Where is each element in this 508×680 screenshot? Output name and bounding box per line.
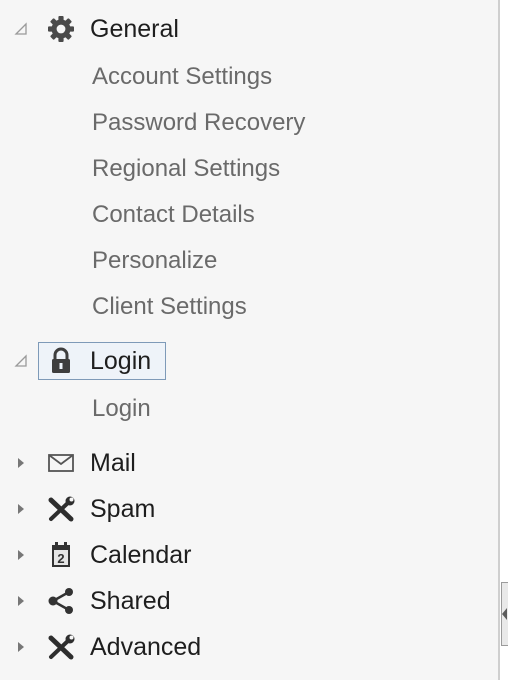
tree-node-advanced[interactable]: Advanced <box>0 627 496 667</box>
tree-node-label: Spam <box>90 495 156 523</box>
envelope-icon <box>46 449 76 477</box>
tree-item-account-settings[interactable]: Account Settings <box>92 57 452 97</box>
tree-node-calendar[interactable]: 2 Calendar <box>0 535 496 575</box>
tree-item-regional-settings[interactable]: Regional Settings <box>92 149 452 189</box>
calendar-icon: 2 <box>46 541 76 569</box>
tree-item-contact-details[interactable]: Contact Details <box>92 195 452 235</box>
collapsed-triangle-icon[interactable] <box>14 594 28 608</box>
collapsed-triangle-icon[interactable] <box>14 548 28 562</box>
collapse-arrow-icon <box>502 608 507 620</box>
lock-icon <box>46 347 76 375</box>
tree-node-shared[interactable]: Shared <box>0 581 496 621</box>
calendar-icon-number: 2 <box>57 551 64 566</box>
tree-node-label: Calendar <box>90 541 192 569</box>
expanded-triangle-icon[interactable] <box>14 354 28 368</box>
gear-icon <box>46 15 76 43</box>
collapsed-triangle-icon[interactable] <box>14 502 28 516</box>
expanded-triangle-icon[interactable] <box>14 22 28 36</box>
tree-node-general[interactable]: General <box>0 9 496 49</box>
share-icon <box>46 587 76 615</box>
collapse-pane-button[interactable] <box>501 582 508 646</box>
settings-tree: General Account Settings Password Recove… <box>0 0 498 680</box>
tree-node-login[interactable]: Login <box>0 341 496 381</box>
tree-item-personalize[interactable]: Personalize <box>92 241 452 281</box>
content-pane <box>500 0 508 680</box>
tree-item-password-recovery[interactable]: Password Recovery <box>92 103 452 143</box>
tree-node-label: Login <box>90 347 152 375</box>
tree-node-label: General <box>90 15 179 43</box>
tree-node-mail[interactable]: Mail <box>0 443 496 483</box>
collapsed-triangle-icon[interactable] <box>14 456 28 470</box>
collapsed-triangle-icon[interactable] <box>14 640 28 654</box>
tools-icon <box>46 633 76 661</box>
tree-node-label: Shared <box>90 587 171 615</box>
tree-node-label: Mail <box>90 449 136 477</box>
tree-node-spam[interactable]: Spam <box>0 489 496 529</box>
tree-item-client-settings[interactable]: Client Settings <box>92 287 452 327</box>
tree-item-login[interactable]: Login <box>92 389 452 429</box>
tools-icon <box>46 495 76 523</box>
tree-node-label: Advanced <box>90 633 202 661</box>
